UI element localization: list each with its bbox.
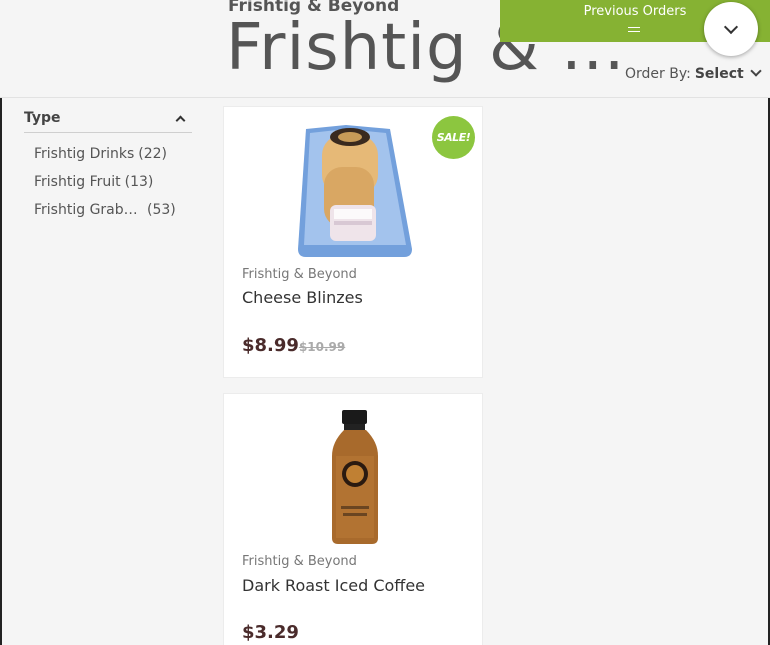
chevron-up-icon bbox=[175, 115, 186, 125]
filter-count: (13) bbox=[124, 174, 154, 190]
filter-sidebar: Type Frishtig Drinks (22) Frishtig Fruit(… bbox=[24, 108, 192, 228]
filter-count: (22) bbox=[138, 146, 168, 162]
chevron-down-icon bbox=[750, 65, 762, 77]
filter-item-grab[interactable]: Frishtig Grab ... (53) bbox=[34, 200, 192, 228]
product-image-iced-coffee[interactable] bbox=[224, 394, 484, 554]
filter-name: Frishtig Fruit bbox=[34, 174, 121, 190]
product-brand: Frishtig & Beyond bbox=[242, 267, 357, 282]
order-by-value: Select bbox=[694, 66, 744, 82]
current-price: $3.29 bbox=[242, 622, 299, 643]
product-price: $3.29 bbox=[242, 622, 299, 643]
product-name[interactable]: Dark Roast Iced Coffee bbox=[242, 576, 425, 595]
product-name[interactable]: Cheese Blinzes bbox=[242, 288, 363, 307]
product-card[interactable]: SALE! Frishtig & Beyond Cheese Blinzes $… bbox=[223, 106, 483, 378]
original-price: $10.99 bbox=[298, 340, 346, 354]
type-filter-title: Type bbox=[24, 110, 61, 126]
header: Frishtig & Beyond Frishtig & ... Previou… bbox=[0, 0, 770, 98]
collapse-button[interactable] bbox=[704, 2, 758, 56]
filter-item-drinks[interactable]: Frishtig Drinks (22) bbox=[34, 144, 192, 172]
product-card[interactable]: Frishtig & Beyond Dark Roast Iced Coffee… bbox=[223, 393, 483, 645]
current-price: $8.99 bbox=[242, 335, 299, 356]
filter-item-fruit[interactable]: Frishtig Fruit (13) bbox=[34, 172, 192, 200]
product-price: $8.99$10.99 bbox=[242, 335, 345, 356]
sale-badge: SALE! bbox=[432, 116, 475, 159]
product-brand: Frishtig & Beyond bbox=[242, 554, 357, 569]
drag-handle-icon bbox=[628, 27, 640, 32]
filter-name: Frishtig Grab ... bbox=[34, 202, 138, 218]
filter-count: (53) bbox=[147, 202, 176, 218]
type-filter-header[interactable]: Type bbox=[24, 108, 192, 133]
order-by-dropdown[interactable]: Order By: Select bbox=[625, 65, 762, 82]
filter-name: Frishtig Drinks bbox=[34, 146, 135, 162]
chevron-down-icon bbox=[723, 19, 739, 34]
filter-list: Frishtig Drinks (22) Frishtig Fruit (13) F… bbox=[24, 144, 192, 228]
order-by-label: Order By: bbox=[625, 66, 691, 82]
